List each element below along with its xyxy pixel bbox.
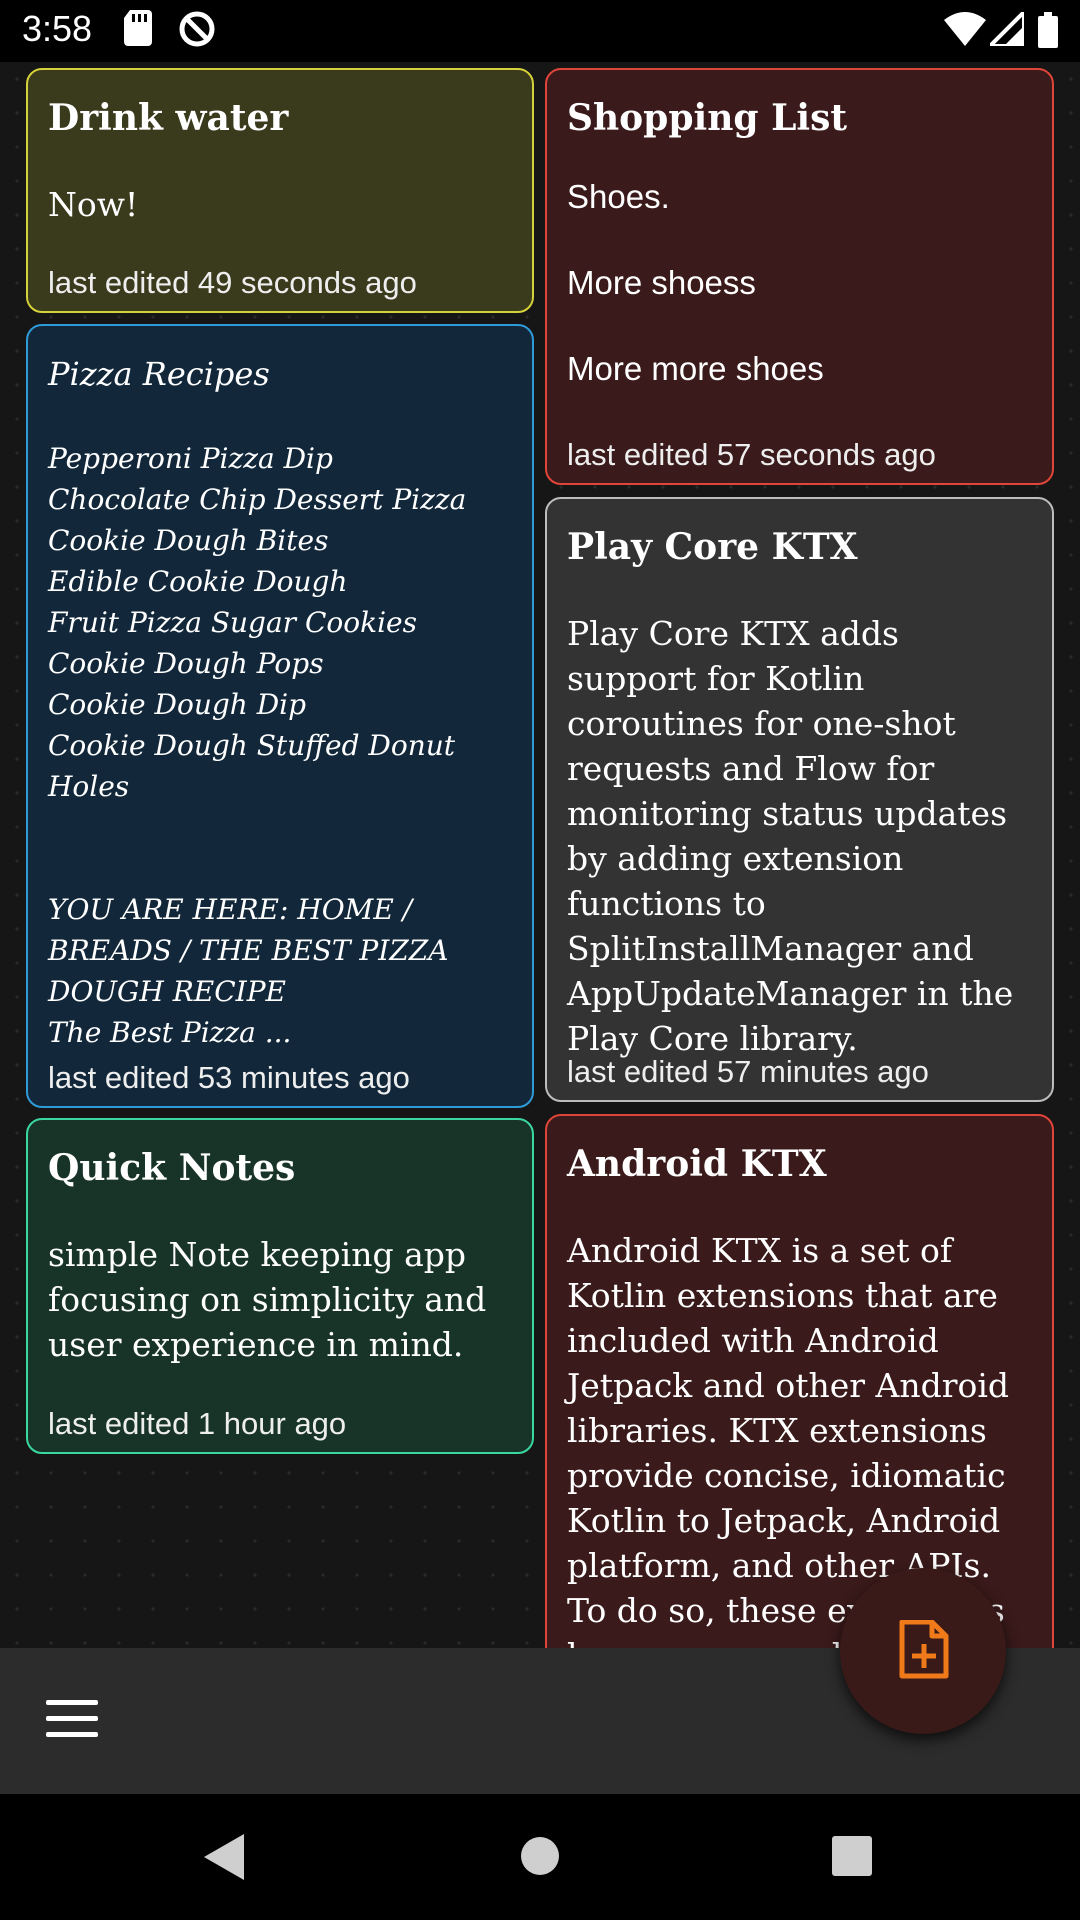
system-nav-bar <box>0 1794 1080 1920</box>
status-time: 3:58 <box>22 8 93 49</box>
note-timestamp: last edited 49 seconds ago <box>48 265 417 300</box>
signal-icon <box>985 7 1026 50</box>
note-card[interactable]: Drink water Now! last edited 49 seconds … <box>26 68 534 313</box>
data-saver-icon <box>178 10 216 52</box>
status-bar: 3:58 <box>0 0 1080 62</box>
note-body: Now! <box>48 185 139 224</box>
hamburger-menu-icon[interactable] <box>46 1700 98 1740</box>
note-timestamp: last edited 1 hour ago <box>48 1406 347 1441</box>
add-note-button[interactable] <box>840 1568 1006 1734</box>
note-timestamp: last edited 53 minutes ago <box>48 1060 410 1095</box>
note-body: simple Note keeping app focusing on simp… <box>48 1235 487 1364</box>
note-timestamp: last edited 57 minutes ago <box>567 1054 929 1089</box>
note-body: Pepperoni Pizza Dip Chocolate Chip Desse… <box>48 442 467 1049</box>
home-icon[interactable] <box>520 1836 560 1880</box>
note-title: Shopping List <box>567 97 847 139</box>
note-title: Play Core KTX <box>567 526 858 568</box>
note-title: Quick Notes <box>48 1147 296 1189</box>
note-body: Shoes. More shoess More more shoes <box>567 178 824 387</box>
note-title: Drink water <box>48 97 289 139</box>
note-title: Pizza Recipes <box>48 355 270 393</box>
sd-card-icon <box>124 10 154 50</box>
wifi-icon <box>944 12 986 50</box>
battery-icon <box>1038 12 1058 52</box>
note-card[interactable]: Shopping List Shoes. More shoess More mo… <box>545 68 1054 485</box>
notes-grid[interactable]: Drink water Now! last edited 49 seconds … <box>0 62 1080 1648</box>
note-card[interactable]: Quick Notes simple Note keeping app focu… <box>26 1118 534 1454</box>
note-card[interactable]: Pizza Recipes Pepperoni Pizza Dip Chocol… <box>26 324 534 1108</box>
back-icon[interactable] <box>204 1834 244 1884</box>
note-body: Play Core KTX adds support for Kotlin co… <box>567 614 1014 1058</box>
note-card[interactable]: Play Core KTX Play Core KTX adds support… <box>545 497 1054 1102</box>
note-timestamp: last edited 57 seconds ago <box>567 437 936 472</box>
recents-icon[interactable] <box>832 1836 872 1880</box>
add-note-icon <box>898 1619 950 1684</box>
note-title: Android KTX <box>567 1143 827 1185</box>
note-card[interactable]: Android KTX Android KTX is a set of Kotl… <box>545 1114 1054 1648</box>
